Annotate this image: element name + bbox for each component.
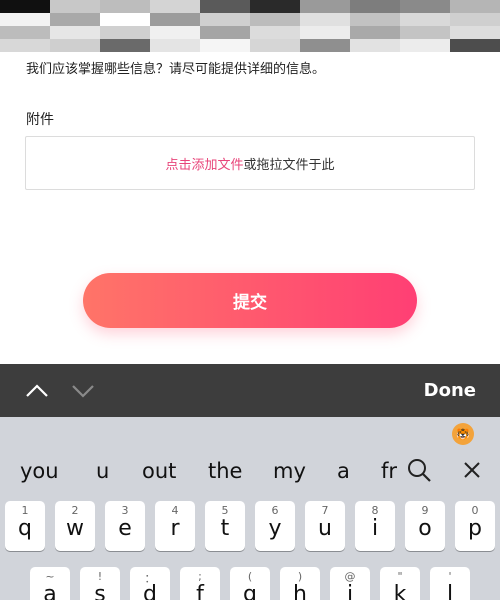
key-j[interactable]: @ j <box>330 567 370 600</box>
key-r[interactable]: 4r <box>155 501 195 551</box>
key-letter: l <box>446 582 454 600</box>
file-upload-dropzone[interactable]: 点击添加文件 或拖拉文件于此 <box>25 136 475 190</box>
key-i[interactable]: 8i <box>355 501 395 551</box>
key-letter: o <box>418 516 432 541</box>
suggestion-item[interactable]: out <box>142 459 176 483</box>
key-t[interactable]: 5t <box>205 501 245 551</box>
search-icon[interactable] <box>406 457 432 483</box>
key-u[interactable]: 7u <box>305 501 345 551</box>
key-letter: s <box>94 582 106 600</box>
key-q[interactable]: 1q <box>5 501 45 551</box>
key-letter: e <box>118 516 132 541</box>
key-k[interactable]: " k <box>380 567 420 600</box>
key-y[interactable]: 6y <box>255 501 295 551</box>
key-h[interactable]: ) h <box>280 567 320 600</box>
close-icon[interactable] <box>462 460 482 480</box>
key-p[interactable]: 0p <box>455 501 495 551</box>
key-g[interactable]: (g <box>230 567 270 600</box>
chevron-up-icon[interactable] <box>24 378 50 404</box>
key-letter: w <box>66 516 84 541</box>
key-e[interactable]: 3e <box>105 501 145 551</box>
redacted-header <box>0 0 500 52</box>
key-letter: k <box>393 582 407 600</box>
key-l[interactable]: ' l <box>430 567 470 600</box>
suggestion-item[interactable]: the <box>208 459 242 483</box>
suggestion-item[interactable]: a <box>337 459 350 483</box>
key-letter: a <box>43 582 57 600</box>
on-screen-keyboard: 🐯 you u out the my a fr 1q 2w 3e 4r 5t 6… <box>0 417 500 600</box>
add-file-link[interactable]: 点击添加文件 <box>165 154 243 173</box>
key-s[interactable]: ! s <box>80 567 120 600</box>
key-letter: i <box>371 516 379 541</box>
key-letter: y <box>268 516 282 541</box>
key-o[interactable]: 9o <box>405 501 445 551</box>
key-letter: f <box>196 582 204 600</box>
info-hint-text: 我们应该掌握哪些信息？请尽可能提供详细的信息。 <box>26 62 326 77</box>
emoji-face-icon[interactable]: 🐯 <box>452 423 474 445</box>
key-a[interactable]: ~ a <box>30 567 70 600</box>
key-letter: r <box>170 516 180 541</box>
key-d[interactable]: ： d <box>130 567 170 600</box>
suggestion-item[interactable]: my <box>273 459 306 483</box>
key-w[interactable]: 2w <box>55 501 95 551</box>
done-button[interactable]: Done <box>424 380 476 401</box>
submit-button[interactable]: 提交 <box>83 273 417 328</box>
key-letter: t <box>220 516 230 541</box>
chevron-down-icon[interactable] <box>70 378 96 404</box>
suggestion-item[interactable]: u <box>96 459 109 483</box>
key-letter: h <box>293 582 307 600</box>
key-letter: g <box>243 582 257 600</box>
suggestion-item[interactable]: you <box>20 459 59 483</box>
key-f[interactable]: ; f <box>180 567 220 600</box>
key-letter: q <box>18 516 32 541</box>
drag-file-text: 或拖拉文件于此 <box>243 157 335 173</box>
key-letter: j <box>346 582 354 600</box>
suggestion-item[interactable]: fr <box>381 459 397 483</box>
key-letter: u <box>318 516 332 541</box>
key-letter: d <box>143 582 157 600</box>
key-letter: p <box>468 516 482 541</box>
keyboard-toolbar: Done <box>0 364 500 417</box>
attachment-label: 附件 <box>26 112 54 128</box>
